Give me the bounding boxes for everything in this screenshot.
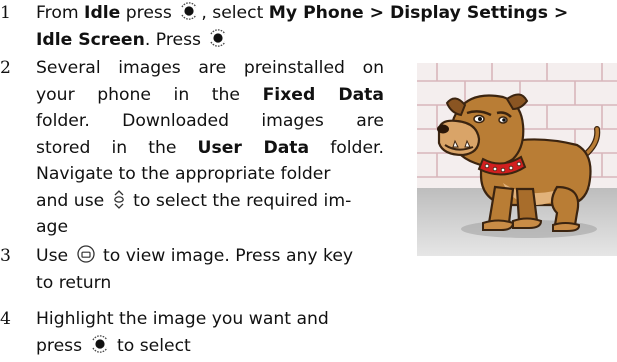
step-2-line-4: stored in the User Data folder. <box>36 137 384 158</box>
step-number: 3 <box>0 246 11 266</box>
step-4-line-1: Highlight the image you want and <box>36 309 329 329</box>
bulldog-illustration <box>417 63 617 256</box>
step-number: 1 <box>0 3 11 23</box>
step-4: 4 Highlight the image you want and press… <box>0 306 400 359</box>
step-3: 3 Use to view image. Press any key to re… <box>0 243 400 296</box>
step-3-line-2: to return <box>36 272 112 293</box>
page: { "steps": [ { "number": "1", "lines": [… <box>0 0 617 362</box>
up-down-navigation-key-icon <box>112 189 126 209</box>
step-number: 2 <box>0 58 11 78</box>
step-3-line-1: Use to view image. Press any key <box>36 244 354 266</box>
step-2-line-5: Navigate to the appropriate folder <box>36 164 331 184</box>
step-4-line-2: press to select <box>36 334 191 356</box>
idle-screen-preview-image <box>417 63 617 256</box>
step-2-line-1: Several images are preinstalled on <box>36 58 384 78</box>
step-2-line-2: your phone in the Fixed Data <box>36 84 385 105</box>
step-2-line-7: age <box>36 217 69 237</box>
step-1-line-1: From Idle press , select My Phone > Disp… <box>36 1 569 23</box>
view-softkey-icon <box>76 244 96 264</box>
step-1-line-2: Idle Screen. Press <box>36 27 617 54</box>
step-number: 4 <box>0 309 11 329</box>
step-2-line-3: folder. Downloaded images are <box>36 111 384 131</box>
step-1: 1 From Idle press , select My Phone > Di… <box>0 0 617 53</box>
center-select-key-icon <box>90 334 110 354</box>
step-2: 2 Several images are preinstalled on you… <box>0 55 400 241</box>
step-2-line-6: and use to select the required im- <box>36 189 352 211</box>
center-select-key-icon <box>179 1 199 21</box>
center-select-key-icon <box>208 28 228 48</box>
